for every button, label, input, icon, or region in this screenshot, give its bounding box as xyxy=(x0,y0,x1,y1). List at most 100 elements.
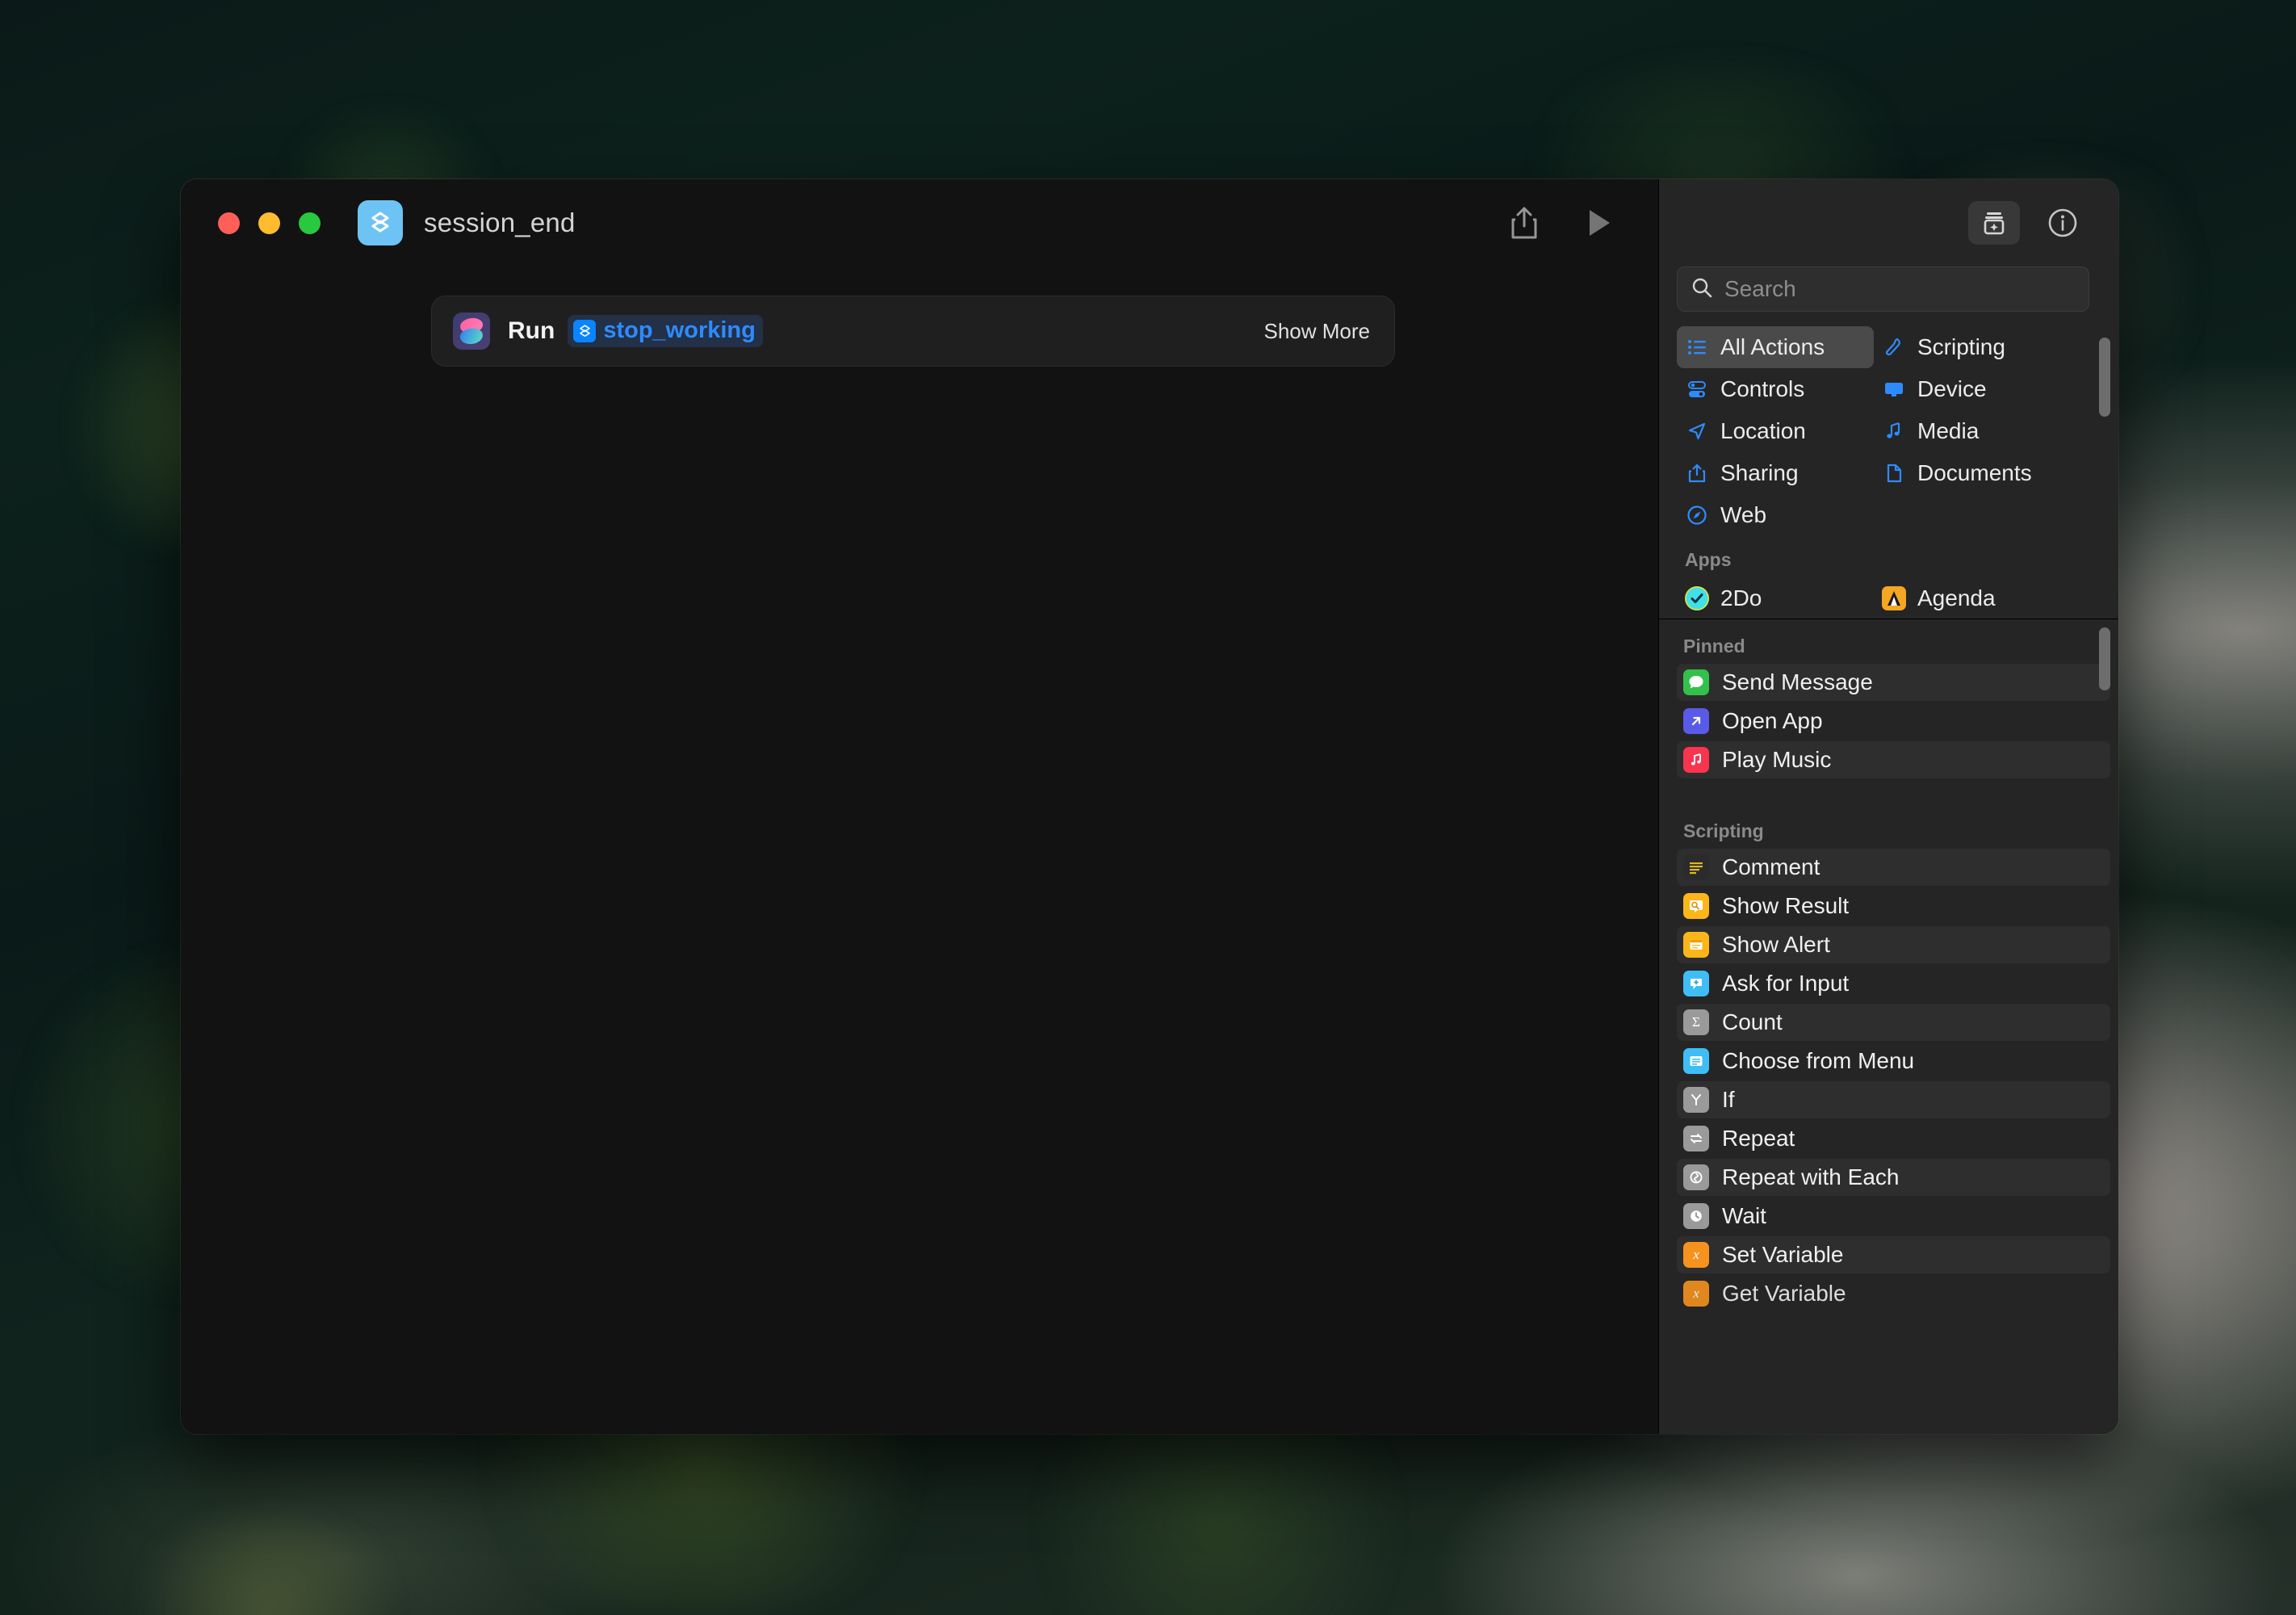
play-icon[interactable] xyxy=(1586,207,1613,239)
category-label: Web xyxy=(1720,502,1767,527)
compass-icon xyxy=(1685,505,1709,526)
2do-app-icon xyxy=(1685,586,1709,610)
category-scripting[interactable]: Scripting xyxy=(1874,326,2118,368)
search-box[interactable] xyxy=(1677,266,2089,312)
info-icon[interactable] xyxy=(2041,201,2084,245)
close-button[interactable] xyxy=(218,212,240,234)
variable-icon: x xyxy=(1683,1242,1709,1268)
menu-icon xyxy=(1683,1048,1709,1074)
display-icon xyxy=(1882,379,1906,400)
clock-icon xyxy=(1683,1203,1709,1229)
action-item-ask-for-input[interactable]: Ask for Input xyxy=(1677,965,2110,1002)
scripting-section-header: Scripting xyxy=(1683,820,1764,841)
category-documents[interactable]: Documents xyxy=(1874,452,2118,494)
repeat-each-icon xyxy=(1683,1164,1709,1190)
app-label: 2Do xyxy=(1720,585,1762,610)
action-card-run-shortcut[interactable]: Run stop_working Show More xyxy=(431,296,1395,367)
search-icon xyxy=(1691,276,1713,303)
action-label: Get Variable xyxy=(1722,1281,1846,1306)
share-icon[interactable] xyxy=(1508,204,1540,241)
ask-input-icon xyxy=(1683,971,1709,996)
category-label: Scripting xyxy=(1917,334,2005,359)
action-label: Play Music xyxy=(1722,747,1832,772)
action-label: Show Alert xyxy=(1722,932,1830,957)
comment-icon xyxy=(1683,854,1709,880)
apps-section-header: Apps xyxy=(1685,549,1732,570)
shortcut-editor-pane: session_end Run stop_working Show More xyxy=(181,179,1658,1434)
action-item-if[interactable]: If xyxy=(1677,1081,2110,1118)
category-panel: All Actions Scripting Controls Device Lo… xyxy=(1659,326,2118,615)
action-label: Open App xyxy=(1722,708,1823,733)
action-label: Set Variable xyxy=(1722,1242,1844,1267)
action-library-pane: All Actions Scripting xyxy=(1658,179,2118,1434)
category-sharing[interactable]: Sharing xyxy=(1677,452,1874,494)
document-icon xyxy=(1882,463,1906,484)
action-item-count[interactable]: Σ Count xyxy=(1677,1004,2110,1041)
navigation-icon xyxy=(1685,421,1709,442)
category-grid: All Actions Scripting Controls Device Lo… xyxy=(1677,326,2118,615)
actions-list-panel: Pinned Send Message Open App Play Music … xyxy=(1659,619,2118,1434)
actions-scrollbar[interactable] xyxy=(2099,627,2110,690)
if-branch-icon xyxy=(1683,1087,1709,1113)
list-bullet-icon xyxy=(1685,337,1709,358)
pinned-section-header: Pinned xyxy=(1683,636,1745,656)
category-label: Media xyxy=(1917,418,1980,443)
category-all-actions[interactable]: All Actions xyxy=(1677,326,1874,368)
music-icon xyxy=(1683,747,1709,773)
count-icon: Σ xyxy=(1683,1009,1709,1035)
action-item-set-variable[interactable]: x Set Variable xyxy=(1677,1236,2110,1273)
shortcut-token[interactable]: stop_working xyxy=(568,315,763,347)
category-web[interactable]: Web xyxy=(1677,494,1874,536)
zoom-button[interactable] xyxy=(299,212,321,234)
shortcuts-icon xyxy=(358,200,403,245)
action-item-play-music[interactable]: Play Music xyxy=(1677,741,2110,778)
category-label: All Actions xyxy=(1720,334,1825,359)
show-result-icon xyxy=(1683,893,1709,919)
action-verb: Run xyxy=(508,317,555,344)
toggles-icon xyxy=(1685,379,1709,400)
variable-icon: x xyxy=(1683,1281,1709,1307)
category-media[interactable]: Media xyxy=(1874,410,2118,452)
action-item-repeat-with-each[interactable]: Repeat with Each xyxy=(1677,1159,2110,1196)
action-library-icon[interactable] xyxy=(1968,201,2020,245)
action-item-choose-from-menu[interactable]: Choose from Menu xyxy=(1677,1042,2110,1080)
shortcut-token-label: stop_working xyxy=(603,317,756,343)
category-label: Device xyxy=(1917,376,1987,401)
app-item-agenda[interactable]: Agenda xyxy=(1874,577,2118,615)
action-item-show-result[interactable]: Show Result xyxy=(1677,887,2110,925)
script-icon xyxy=(1882,337,1906,358)
category-device[interactable]: Device xyxy=(1874,368,2118,410)
action-item-get-variable[interactable]: x Get Variable xyxy=(1677,1275,2110,1312)
messages-icon xyxy=(1683,669,1709,695)
agenda-app-icon xyxy=(1882,586,1906,610)
action-item-comment[interactable]: Comment xyxy=(1677,849,2110,886)
app-label: Agenda xyxy=(1917,585,1996,610)
category-location[interactable]: Location xyxy=(1677,410,1874,452)
app-item-2do[interactable]: 2Do xyxy=(1677,577,1874,615)
library-toolbar xyxy=(1659,179,2118,266)
search-input[interactable] xyxy=(1724,276,2076,302)
action-item-repeat[interactable]: Repeat xyxy=(1677,1120,2110,1157)
action-item-wait[interactable]: Wait xyxy=(1677,1198,2110,1235)
shortcuts-window: session_end Run stop_working Show More S… xyxy=(181,179,2118,1434)
category-scrollbar[interactable] xyxy=(2099,338,2110,417)
repeat-icon xyxy=(1683,1126,1709,1151)
music-note-icon xyxy=(1882,421,1906,442)
action-item-send-message[interactable]: Send Message xyxy=(1677,664,2110,701)
minimize-button[interactable] xyxy=(258,212,280,234)
open-app-icon xyxy=(1683,708,1709,734)
traffic-lights[interactable] xyxy=(218,212,321,234)
page-title: session_end xyxy=(424,208,576,237)
category-label: Documents xyxy=(1917,460,2032,485)
action-label: Comment xyxy=(1722,854,1820,879)
action-item-open-app[interactable]: Open App xyxy=(1677,703,2110,740)
action-label: Wait xyxy=(1722,1203,1766,1228)
action-item-show-alert[interactable]: Show Alert xyxy=(1677,926,2110,963)
action-label: Send Message xyxy=(1722,669,1873,694)
category-controls[interactable]: Controls xyxy=(1677,368,1874,410)
action-label: Show Result xyxy=(1722,893,1850,918)
desktop-wallpaper: session_end Run stop_working Show More S… xyxy=(0,0,2296,1615)
shortcut-canvas: Run stop_working Show More xyxy=(181,266,1658,367)
show-more-button[interactable]: Show More xyxy=(1264,319,1371,344)
